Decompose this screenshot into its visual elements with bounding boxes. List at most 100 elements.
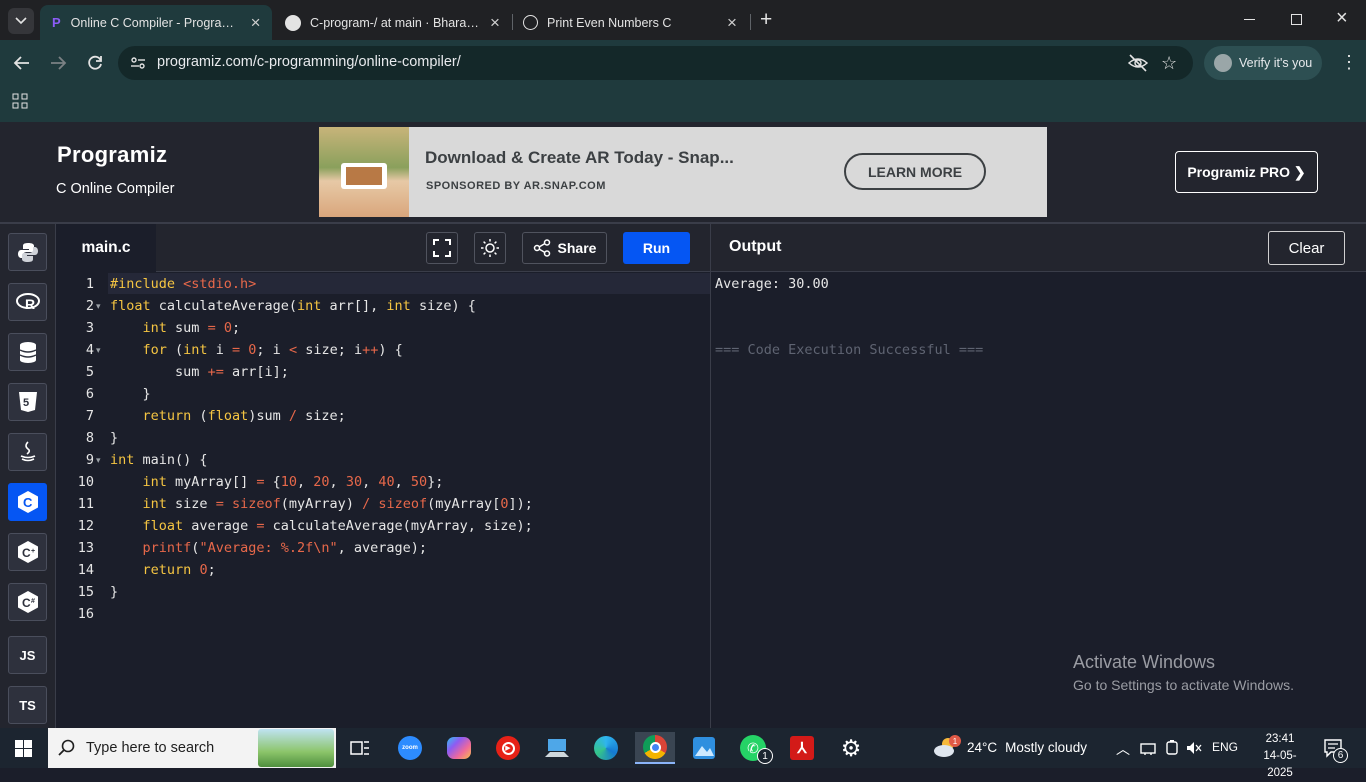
restore-icon[interactable]	[1291, 14, 1302, 25]
edge-icon[interactable]	[586, 732, 626, 764]
lang-html-button[interactable]: 5	[8, 383, 47, 421]
lang-cpp-button[interactable]: C +	[8, 533, 47, 571]
run-button[interactable]: Run	[623, 232, 690, 264]
volume-muted-icon[interactable]	[1186, 741, 1202, 755]
taskbar-clock[interactable]: 23:41 14-05-2025	[1252, 731, 1308, 782]
tab-search-button[interactable]	[8, 8, 34, 34]
lang-java-button[interactable]	[8, 433, 47, 471]
new-tab-icon[interactable]: +	[760, 9, 772, 30]
chevron-up-icon[interactable]: ︿	[1116, 739, 1130, 759]
ad-image[interactable]	[319, 127, 409, 217]
search-placeholder: Type here to search	[86, 740, 215, 756]
globe-icon	[523, 15, 538, 30]
lang-sql-button[interactable]	[8, 333, 47, 371]
fold-toggle-icon[interactable]: ▾	[96, 345, 101, 356]
output-line: Average: 30.00	[715, 276, 829, 292]
file-tab[interactable]: main.c	[56, 224, 156, 272]
avatar	[1214, 54, 1232, 72]
svg-text:#: #	[31, 598, 35, 605]
line-number: 7	[85, 408, 94, 424]
reload-icon[interactable]	[86, 54, 104, 72]
apps-grid-icon[interactable]	[12, 93, 28, 109]
lang-c-button[interactable]: C	[8, 483, 47, 521]
tab-print-even[interactable]: Print Even Numbers C ×	[523, 5, 745, 40]
code-line[interactable]: }	[110, 430, 118, 446]
share-button[interactable]: Share	[522, 232, 607, 264]
code-line[interactable]: int main() {	[110, 452, 208, 468]
weather-temp: 24°C	[967, 739, 998, 755]
eye-off-icon[interactable]	[1128, 54, 1148, 72]
site-info-icon[interactable]	[130, 55, 146, 71]
code-line[interactable]: }	[110, 386, 151, 402]
bookmark-star-icon[interactable]: ☆	[1161, 53, 1177, 74]
lang-ts-button[interactable]: TS	[8, 686, 47, 724]
photos-icon[interactable]	[684, 732, 724, 764]
tab-github[interactable]: C-program-/ at main · Bharathw ×	[285, 5, 507, 40]
windows-start-icon[interactable]	[15, 740, 32, 757]
svg-text:C: C	[22, 546, 31, 560]
copilot-icon[interactable]	[439, 732, 479, 764]
lang-python-button[interactable]	[8, 233, 47, 271]
ad-title[interactable]: Download & Create AR Today - Snap...	[425, 148, 734, 168]
svg-text:C: C	[23, 495, 33, 510]
output-title: Output	[729, 238, 782, 255]
forward-icon[interactable]	[49, 54, 67, 72]
fold-toggle-icon[interactable]: ▾	[96, 455, 101, 466]
code-line[interactable]: float calculateAverage(int arr[], int si…	[110, 298, 476, 314]
close-tab-icon[interactable]: ×	[727, 14, 737, 31]
chevron-down-icon	[15, 17, 27, 25]
code-line[interactable]: sum += arr[i];	[110, 364, 289, 380]
learn-more-button[interactable]: LEARN MORE	[844, 153, 986, 190]
zoom-app-icon[interactable]: zoom	[390, 732, 430, 764]
tab-separator	[750, 14, 751, 30]
search-highlight-image[interactable]	[258, 729, 334, 767]
youtube-music-icon[interactable]: ▶	[488, 732, 528, 764]
code-line[interactable]: for (int i = 0; i < size; i++) {	[110, 342, 403, 358]
verify-profile-button[interactable]: Verify it's you	[1204, 46, 1322, 80]
close-tab-icon[interactable]: ×	[490, 14, 500, 31]
output-status-line: === Code Execution Successful ===	[715, 342, 984, 358]
code-line[interactable]: }	[110, 584, 118, 600]
task-view-icon[interactable]	[340, 732, 380, 764]
settings-gear-icon[interactable]: ⚙	[831, 732, 871, 764]
lang-js-button[interactable]: JS	[8, 636, 47, 674]
line-number: 16	[77, 606, 94, 622]
back-icon[interactable]	[13, 54, 31, 72]
code-line[interactable]: int size = sizeof(myArray) / sizeof(myAr…	[110, 496, 533, 512]
close-tab-icon[interactable]: ×	[251, 14, 261, 31]
close-window-icon[interactable]: ×	[1336, 8, 1348, 28]
code-line[interactable]: #include <stdio.h>	[110, 276, 256, 292]
code-line[interactable]: int sum = 0;	[110, 320, 241, 336]
this-pc-icon[interactable]	[537, 732, 577, 764]
line-number: 12	[77, 518, 94, 534]
fullscreen-icon	[433, 239, 451, 257]
language-indicator[interactable]: ENG	[1212, 740, 1238, 754]
share-label: Share	[557, 240, 597, 256]
code-line[interactable]: float average = calculateAverage(myArray…	[110, 518, 533, 534]
fold-toggle-icon[interactable]: ▾	[96, 301, 101, 312]
code-line[interactable]: int myArray[] = {10, 20, 30, 40, 50};	[110, 474, 444, 490]
chrome-icon[interactable]	[635, 732, 675, 764]
code-line[interactable]: return (float)sum / size;	[110, 408, 346, 424]
output-panel	[711, 272, 1366, 728]
url-text[interactable]: programiz.com/c-programming/online-compi…	[157, 54, 461, 70]
github-icon	[285, 14, 301, 31]
fullscreen-button[interactable]	[426, 232, 458, 264]
ad-sponsor: SPONSORED BY AR.SNAP.COM	[426, 180, 606, 192]
whatsapp-badge: 1	[757, 748, 773, 764]
search-icon	[58, 739, 75, 756]
tab-programiz[interactable]: P Online C Compiler - Programiz ×	[40, 5, 272, 40]
acrobat-icon[interactable]: ⅄	[782, 732, 822, 764]
code-line[interactable]: printf("Average: %.2f\n", average);	[110, 540, 428, 556]
lang-csharp-button[interactable]: C #	[8, 583, 47, 621]
battery-icon[interactable]	[1164, 740, 1180, 756]
menu-kebab-icon[interactable]: ⋮	[1340, 53, 1358, 71]
code-line[interactable]: return 0;	[110, 562, 216, 578]
theme-toggle-button[interactable]	[474, 232, 506, 264]
minimize-icon[interactable]	[1244, 19, 1255, 20]
programiz-pro-button[interactable]: Programiz PRO ❯	[1175, 151, 1318, 193]
lang-r-button[interactable]: R	[8, 283, 47, 321]
clear-button[interactable]: Clear	[1268, 231, 1345, 265]
programiz-logo[interactable]: Programiz	[57, 142, 167, 168]
network-icon[interactable]	[1140, 741, 1156, 755]
